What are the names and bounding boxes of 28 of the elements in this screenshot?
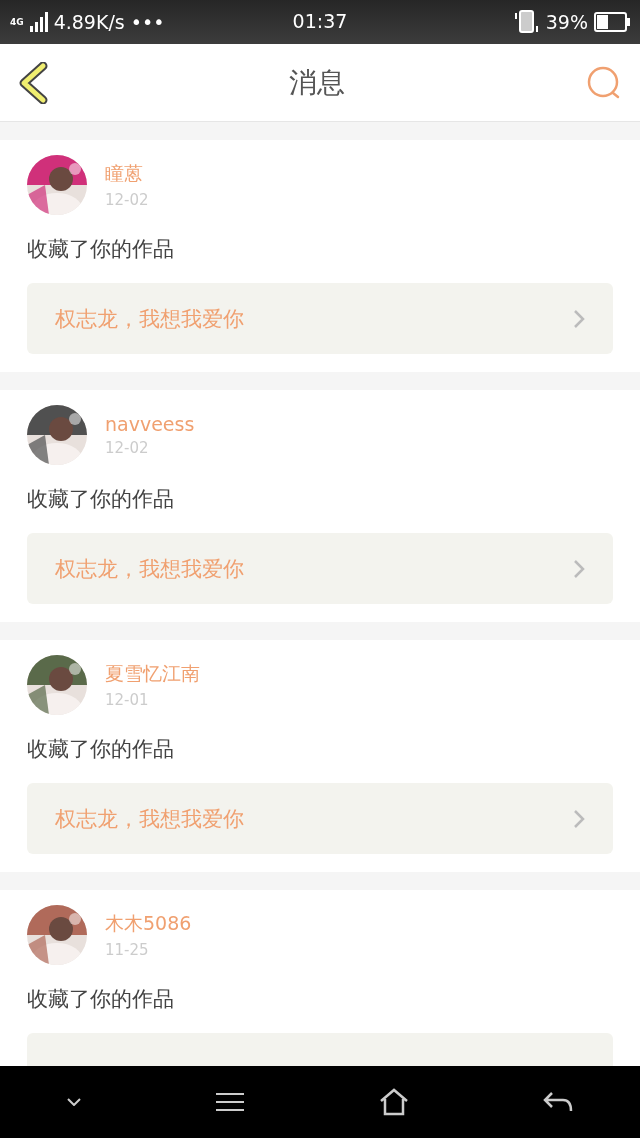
menu-icon[interactable] [215,1092,245,1112]
back-icon[interactable] [18,61,48,104]
chevron-down-icon[interactable] [67,1098,81,1106]
work-link[interactable]: 权志龙，我想我爱你 [27,283,613,354]
message-text: 收藏了你的作品 [27,736,175,763]
chevron-right-icon [573,558,585,579]
message-text: 收藏了你的作品 [27,236,175,263]
battery-percent: 39% [545,11,588,33]
message-text: 收藏了你的作品 [27,486,175,513]
clock: 01:37 [292,10,348,32]
battery-icon [594,12,630,32]
work-link[interactable]: 权志龙，我想我爱你 [27,783,613,854]
more-indicator: ••• [130,11,165,33]
user-name[interactable]: 夏雪忆江南 [105,661,200,687]
user-name[interactable]: navveess [105,413,195,435]
home-icon[interactable] [379,1088,409,1116]
page-title: 消息 [289,64,345,101]
user-name[interactable]: 瞳蒽 [105,161,149,187]
back-arrow-icon[interactable] [543,1091,573,1113]
message-text: 收藏了你的作品 [27,986,175,1013]
chevron-right-icon [573,808,585,829]
work-link[interactable]: 权志龙，我想我爱你 [27,533,613,604]
network-speed: 4.89K/s [53,11,125,33]
signal-icon [29,12,48,32]
network-type: 4G [10,17,24,27]
chevron-right-icon [573,308,585,329]
vibrate-icon [513,10,540,34]
user-name[interactable]: 木木5086 [105,911,192,937]
